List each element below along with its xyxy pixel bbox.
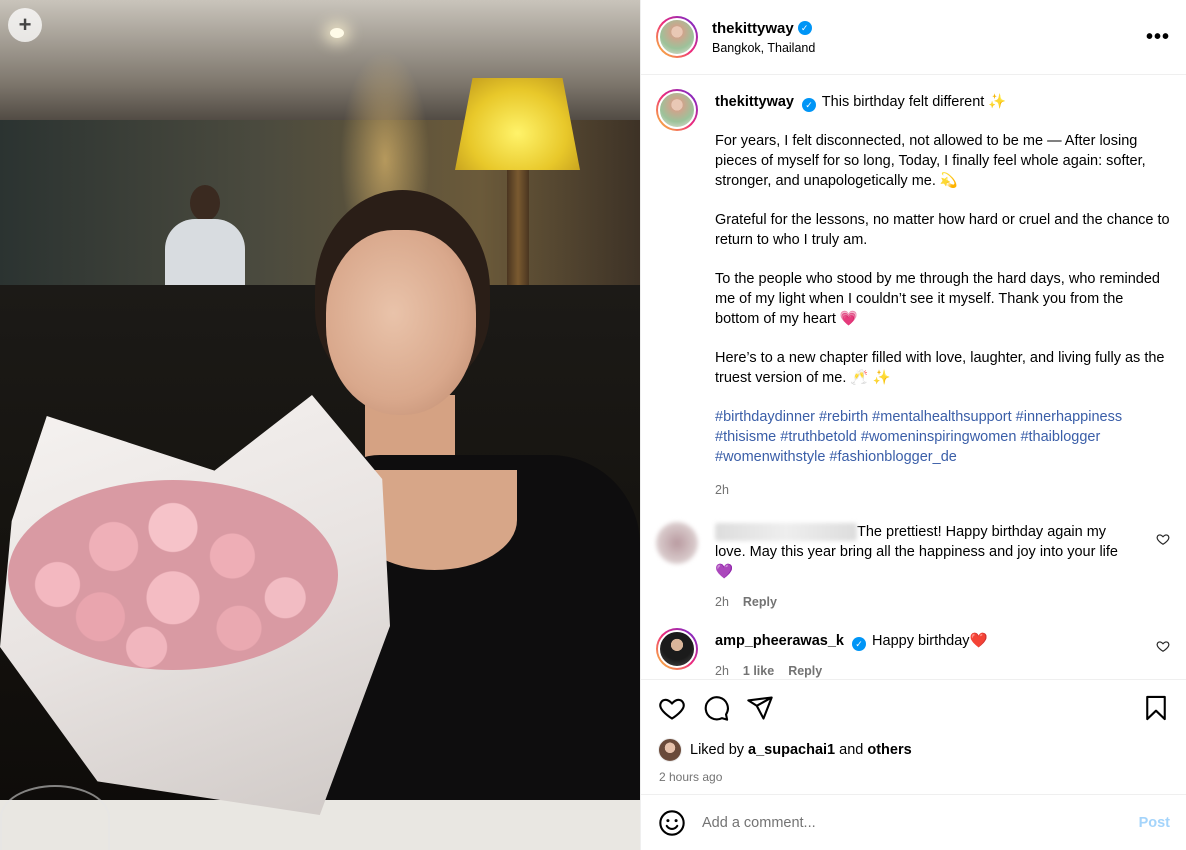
liked-by-row: Liked by a_supachai1 and others xyxy=(658,738,1170,762)
liked-by-user[interactable]: a_supachai1 xyxy=(748,742,835,758)
comment-username-blurred[interactable] xyxy=(715,523,857,542)
liked-by-avatar[interactable] xyxy=(658,738,682,762)
author-username-row: thekittyway ✓ xyxy=(712,20,1146,37)
comments-scroll-area[interactable]: thekittyway ✓ This birthday felt differe… xyxy=(641,75,1186,679)
comment-meta: 2h 1 like Reply xyxy=(715,661,1140,679)
author-avatar[interactable] xyxy=(656,16,698,58)
verified-badge-icon: ✓ xyxy=(802,98,817,112)
photo-lamp-pole xyxy=(507,170,529,290)
comment-composer: Post xyxy=(641,794,1186,850)
share-send-icon[interactable] xyxy=(746,694,774,722)
comment-reply-button[interactable]: Reply xyxy=(743,595,777,609)
comment-bubble-icon[interactable] xyxy=(702,694,730,722)
post-photo[interactable]: + xyxy=(0,0,640,850)
comment-like-heart-icon[interactable] xyxy=(1156,532,1170,546)
comment-meta: 2h Reply xyxy=(715,592,1140,612)
post-comment-button[interactable]: Post xyxy=(1139,815,1170,831)
caption: thekittyway ✓ This birthday felt differe… xyxy=(656,89,1170,500)
verified-badge-icon: ✓ xyxy=(797,21,812,35)
comment-item: The prettiest! Happy birthday again my l… xyxy=(656,522,1170,612)
post-location[interactable]: Bangkok, Thailand xyxy=(712,41,1146,55)
instagram-post-view: + thekittyway ✓ Bangkok, Thailand ••• th… xyxy=(0,0,1186,850)
liked-by-prefix: Liked by xyxy=(690,742,745,758)
verified-badge-icon: ✓ xyxy=(852,637,866,651)
liked-by-others[interactable]: others xyxy=(867,742,911,758)
caption-username[interactable]: thekittyway xyxy=(715,94,794,110)
comment-item: amp_pheerawas_k ✓ Happy birthday❤️ 2h 1 l… xyxy=(656,628,1170,679)
comment-body: The prettiest! Happy birthday again my l… xyxy=(715,522,1170,612)
comment-input[interactable] xyxy=(702,814,1139,831)
comment-time: 2h xyxy=(715,664,729,678)
author-info: thekittyway ✓ Bangkok, Thailand xyxy=(712,20,1146,55)
photo-bartender xyxy=(160,185,250,285)
caption-paragraph-3: To the people who stood by me through th… xyxy=(715,271,1160,327)
photo-pink-roses xyxy=(8,480,338,670)
caption-line1: This birthday felt different ✨ xyxy=(821,94,1007,110)
liked-by-and: and xyxy=(839,742,864,758)
comment-text: Happy birthday❤️ xyxy=(872,633,988,649)
caption-paragraph-2: Grateful for the lessons, no matter how … xyxy=(715,212,1170,248)
post-side-panel: thekittyway ✓ Bangkok, Thailand ••• thek… xyxy=(640,0,1186,850)
comment-likes-count[interactable]: 1 like xyxy=(743,664,774,678)
comment-body: amp_pheerawas_k ✓ Happy birthday❤️ 2h 1 l… xyxy=(715,628,1170,679)
comment-avatar-blurred[interactable] xyxy=(656,522,698,564)
author-username[interactable]: thekittyway xyxy=(712,20,794,37)
photo-woman-face xyxy=(326,230,476,415)
caption-hashtags[interactable]: #birthdaydinner #rebirth #mentalhealthsu… xyxy=(715,407,1170,467)
action-icons-row xyxy=(658,694,1170,722)
comment-reply-button[interactable]: Reply xyxy=(788,664,822,678)
comment-username[interactable]: amp_pheerawas_k xyxy=(715,633,844,649)
emoji-smiley-icon[interactable] xyxy=(658,809,686,837)
caption-paragraph-4: Here’s to a new chapter filled with love… xyxy=(715,350,1165,386)
caption-text: thekittyway ✓ This birthday felt differe… xyxy=(715,89,1170,500)
post-header: thekittyway ✓ Bangkok, Thailand ••• xyxy=(641,0,1186,75)
caption-paragraph-1: For years, I felt disconnected, not allo… xyxy=(715,133,1146,189)
comment-time: 2h xyxy=(715,595,729,609)
caption-avatar[interactable] xyxy=(656,89,698,131)
post-time-ago[interactable]: 2 hours ago xyxy=(659,770,1170,784)
more-options-icon[interactable]: ••• xyxy=(1146,26,1170,49)
comment-avatar[interactable] xyxy=(656,628,698,670)
photo-add-icon[interactable]: + xyxy=(8,8,42,42)
save-bookmark-icon[interactable] xyxy=(1142,694,1170,722)
post-actions: Liked by a_supachai1 and others 2 hours … xyxy=(641,679,1186,794)
photo-ceiling-light xyxy=(330,28,344,38)
like-heart-icon[interactable] xyxy=(658,694,686,722)
photo-lamp-shade xyxy=(455,78,580,170)
photo-wine-glass xyxy=(0,785,110,850)
caption-time: 2h xyxy=(715,483,729,497)
comment-like-heart-icon[interactable] xyxy=(1156,639,1170,653)
